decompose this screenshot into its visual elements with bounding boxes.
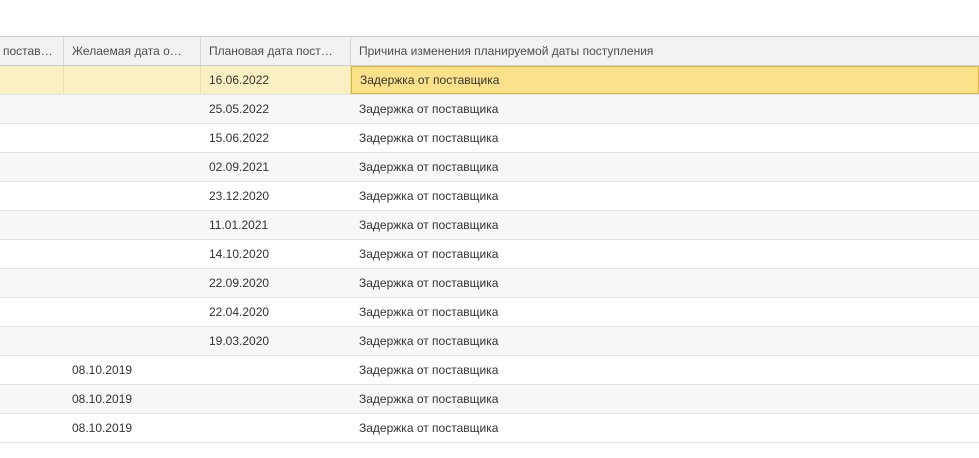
cell-planned-date[interactable] — [201, 414, 351, 442]
table-row[interactable]: 08.10.2019 Задержка от поставщика — [0, 385, 979, 414]
cell-supplier[interactable] — [0, 269, 64, 297]
cell-supplier[interactable] — [0, 66, 64, 94]
cell-supplier[interactable] — [0, 182, 64, 210]
table-row[interactable]: 08.10.2019 Задержка от поставщика — [0, 414, 979, 443]
cell-supplier[interactable] — [0, 327, 64, 355]
cell-planned-date[interactable]: 14.10.2020 — [201, 240, 351, 268]
cell-supplier[interactable] — [0, 124, 64, 152]
table-row[interactable]: 23.12.2020 Задержка от поставщика — [0, 182, 979, 211]
cell-change-reason[interactable]: Задержка от поставщика — [351, 182, 979, 210]
cell-supplier[interactable] — [0, 356, 64, 384]
cell-planned-date[interactable] — [201, 385, 351, 413]
column-header-supplier[interactable]: постав… — [0, 37, 64, 65]
cell-desired-date[interactable] — [64, 153, 201, 181]
cell-planned-date[interactable]: 22.09.2020 — [201, 269, 351, 297]
cell-desired-date[interactable] — [64, 298, 201, 326]
cell-planned-date[interactable]: 15.06.2022 — [201, 124, 351, 152]
table-row[interactable]: 16.06.2022 Задержка от поставщика — [0, 66, 979, 95]
cell-desired-date[interactable] — [64, 66, 201, 94]
table-row[interactable]: 19.03.2020 Задержка от поставщика — [0, 327, 979, 356]
cell-supplier[interactable] — [0, 385, 64, 413]
cell-planned-date[interactable]: 23.12.2020 — [201, 182, 351, 210]
cell-planned-date[interactable]: 16.06.2022 — [201, 66, 351, 94]
cell-desired-date[interactable] — [64, 269, 201, 297]
cell-desired-date[interactable] — [64, 211, 201, 239]
table-row[interactable]: 14.10.2020 Задержка от поставщика — [0, 240, 979, 269]
cell-change-reason[interactable]: Задержка от поставщика — [351, 298, 979, 326]
cell-desired-date[interactable] — [64, 327, 201, 355]
cell-change-reason[interactable]: Задержка от поставщика — [351, 211, 979, 239]
cell-supplier[interactable] — [0, 240, 64, 268]
column-header-planned-date[interactable]: Плановая дата пост… — [201, 37, 351, 65]
cell-change-reason[interactable]: Задержка от поставщика — [351, 240, 979, 268]
cell-change-reason[interactable]: Задержка от поставщика — [351, 414, 979, 442]
table-row[interactable]: 02.09.2021 Задержка от поставщика — [0, 153, 979, 182]
cell-supplier[interactable] — [0, 414, 64, 442]
cell-supplier[interactable] — [0, 95, 64, 123]
table-body: 16.06.2022 Задержка от поставщика 25.05.20… — [0, 66, 979, 443]
table-row[interactable]: 15.06.2022 Задержка от поставщика — [0, 124, 979, 153]
table-row[interactable]: 25.05.2022 Задержка от поставщика — [0, 95, 979, 124]
cell-change-reason[interactable]: Задержка от поставщика — [351, 385, 979, 413]
cell-desired-date[interactable] — [64, 182, 201, 210]
column-header-desired-date[interactable]: Желаемая дата о… — [64, 37, 201, 65]
cell-planned-date[interactable] — [201, 356, 351, 384]
table-row[interactable]: 22.09.2020 Задержка от поставщика — [0, 269, 979, 298]
cell-planned-date[interactable]: 19.03.2020 — [201, 327, 351, 355]
cell-change-reason[interactable]: Задержка от поставщика — [351, 66, 979, 94]
cell-change-reason[interactable]: Задержка от поставщика — [351, 356, 979, 384]
cell-planned-date[interactable]: 25.05.2022 — [201, 95, 351, 123]
cell-planned-date[interactable]: 22.04.2020 — [201, 298, 351, 326]
cell-desired-date[interactable]: 08.10.2019 — [64, 414, 201, 442]
cell-change-reason[interactable]: Задержка от поставщика — [351, 153, 979, 181]
cell-planned-date[interactable]: 11.01.2021 — [201, 211, 351, 239]
cell-desired-date[interactable] — [64, 124, 201, 152]
table-row[interactable]: 11.01.2021 Задержка от поставщика — [0, 211, 979, 240]
cell-desired-date[interactable] — [64, 240, 201, 268]
column-header-change-reason[interactable]: Причина изменения планируемой даты посту… — [351, 37, 979, 65]
data-table: постав… Желаемая дата о… Плановая дата п… — [0, 36, 979, 443]
cell-change-reason[interactable]: Задержка от поставщика — [351, 327, 979, 355]
table-header: постав… Желаемая дата о… Плановая дата п… — [0, 36, 979, 66]
table-row[interactable]: 22.04.2020 Задержка от поставщика — [0, 298, 979, 327]
cell-change-reason[interactable]: Задержка от поставщика — [351, 124, 979, 152]
cell-desired-date[interactable]: 08.10.2019 — [64, 356, 201, 384]
cell-supplier[interactable] — [0, 211, 64, 239]
cell-desired-date[interactable] — [64, 95, 201, 123]
cell-change-reason[interactable]: Задержка от поставщика — [351, 95, 979, 123]
cell-supplier[interactable] — [0, 153, 64, 181]
table-row[interactable]: 08.10.2019 Задержка от поставщика — [0, 356, 979, 385]
cell-change-reason[interactable]: Задержка от поставщика — [351, 269, 979, 297]
cell-planned-date[interactable]: 02.09.2021 — [201, 153, 351, 181]
cell-desired-date[interactable]: 08.10.2019 — [64, 385, 201, 413]
cell-supplier[interactable] — [0, 298, 64, 326]
